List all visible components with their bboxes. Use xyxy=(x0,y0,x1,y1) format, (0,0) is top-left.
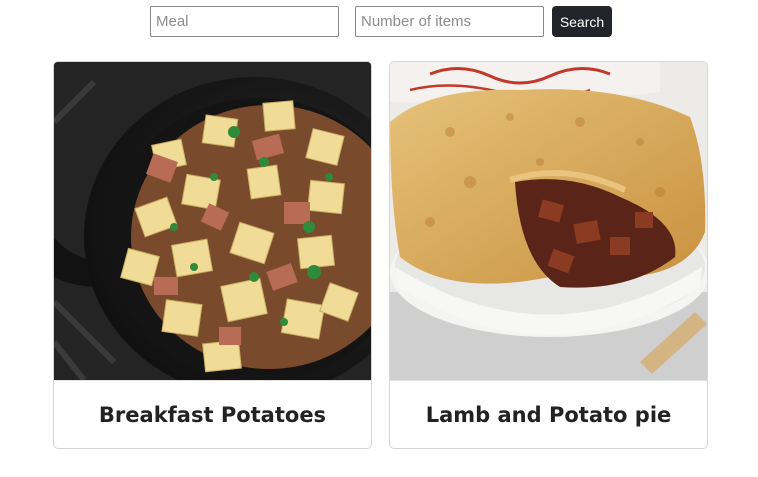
card-title: Lamb and Potato pie xyxy=(425,403,672,427)
meal-card[interactable]: Lamb and Potato pie xyxy=(389,61,708,449)
meal-input[interactable] xyxy=(150,6,339,37)
meal-card[interactable]: Breakfast Potatoes xyxy=(53,61,372,449)
card-body: Breakfast Potatoes xyxy=(54,380,371,448)
pie-photo xyxy=(390,62,707,380)
skillet-potatoes-photo xyxy=(54,62,371,380)
number-of-items-input[interactable] xyxy=(355,6,544,37)
card-title: Breakfast Potatoes xyxy=(98,403,327,427)
search-button[interactable]: Search xyxy=(552,6,612,37)
card-body: Lamb and Potato pie xyxy=(390,380,707,448)
search-bar: Search xyxy=(150,6,612,37)
